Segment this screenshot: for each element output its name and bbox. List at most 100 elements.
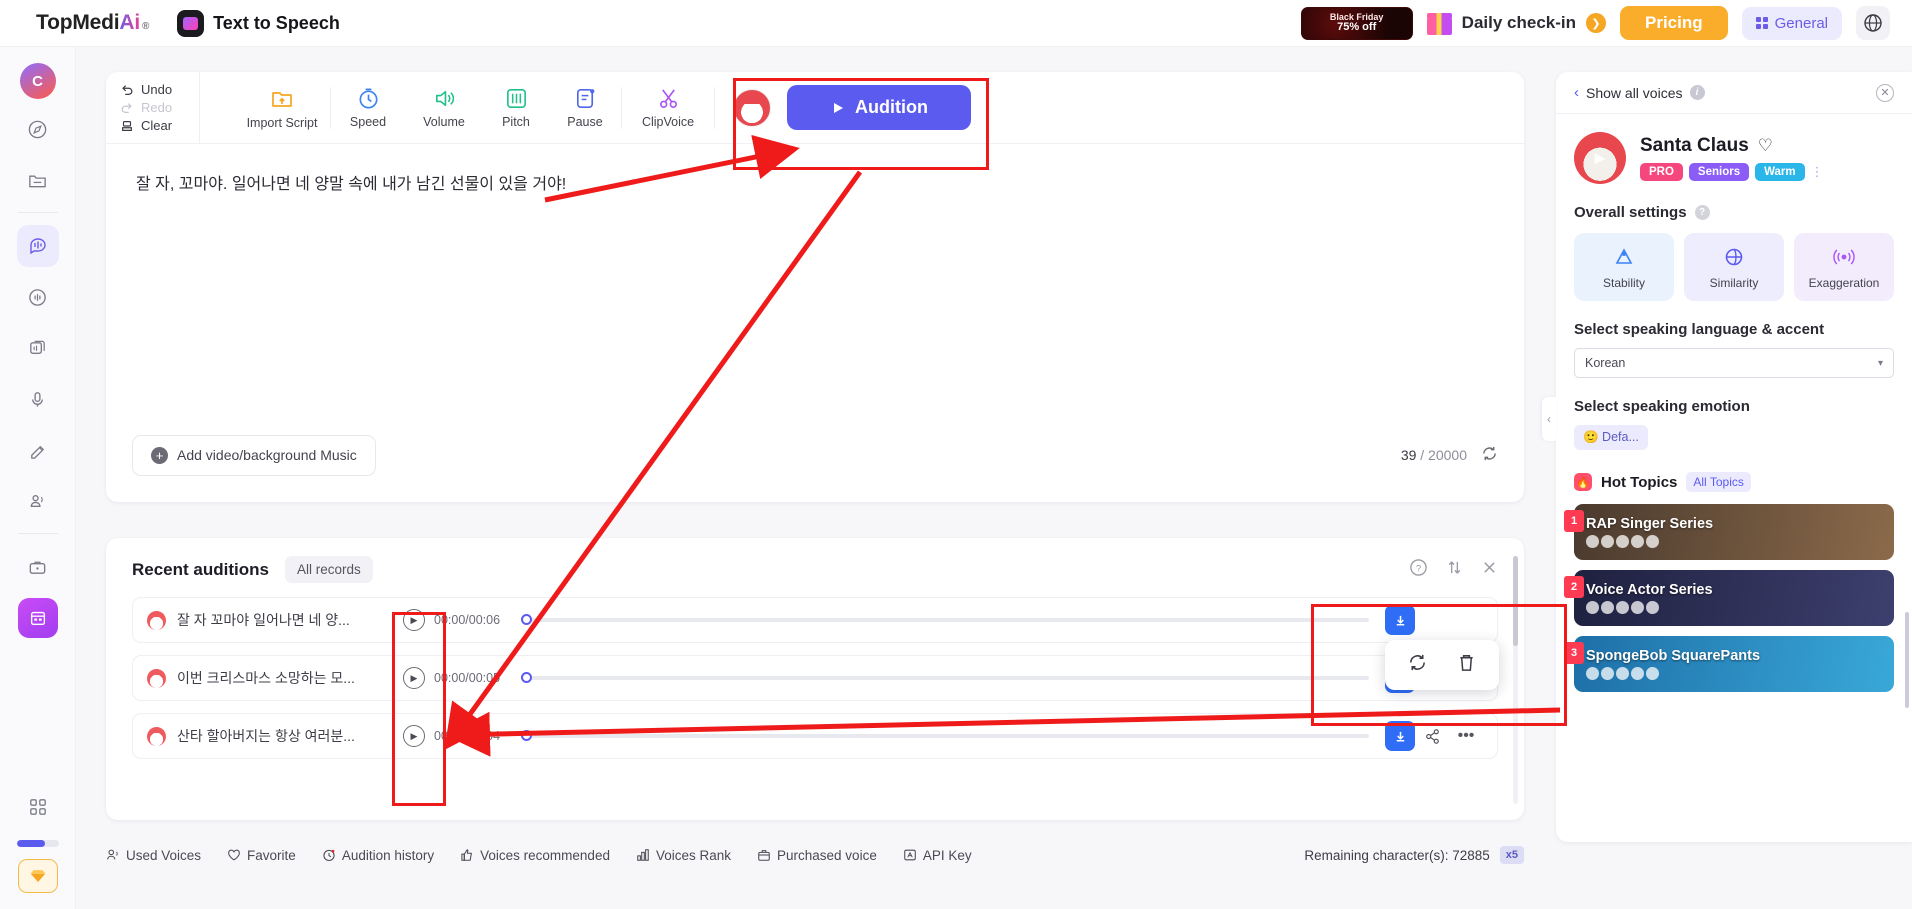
download-button[interactable] (1385, 721, 1415, 751)
delete-icon[interactable] (1456, 652, 1477, 678)
pricing-button[interactable]: Pricing (1620, 6, 1728, 40)
speed-button[interactable]: Speed (331, 86, 405, 129)
sidebar-item-explore[interactable] (17, 108, 59, 150)
status-api-key[interactable]: API Key (903, 848, 972, 863)
audition-progress-track[interactable] (521, 614, 1369, 625)
table-row[interactable]: 이번 크리스마스 소망하는 모... ▶ 00:00/00:05 ••• (132, 655, 1498, 701)
row-play-button[interactable]: ▶ (403, 609, 425, 631)
status-voices-rank[interactable]: Voices Rank (636, 848, 731, 863)
panel-scrollbar[interactable] (1905, 612, 1909, 708)
usage-progress-bar (16, 840, 59, 847)
voice-more-icon[interactable]: ⋮ (1811, 164, 1824, 180)
status-used-voices[interactable]: Used Voices (106, 848, 201, 863)
recent-auditions-panel: Recent auditions All records ? 잘 자 꼬마야 일… (106, 538, 1524, 820)
undo-button[interactable]: Undo (120, 82, 199, 97)
audition-button[interactable]: Audition (787, 85, 971, 130)
list-item[interactable]: RAP Singer Series (1574, 504, 1894, 560)
sidebar-item-apps[interactable] (17, 786, 59, 828)
sidebar-item-voice-clone[interactable] (17, 429, 59, 471)
all-topics-link[interactable]: All Topics (1686, 472, 1751, 492)
setting-card-exaggeration[interactable]: Exaggeration (1794, 233, 1894, 301)
editor-footer: + Add video/background Music 39 / 20000 (106, 408, 1524, 502)
tag-pro: PRO (1640, 163, 1683, 181)
more-button[interactable]: ••• (1449, 727, 1483, 745)
import-script-button[interactable]: Import Script (234, 86, 330, 130)
language-select[interactable]: Korean ▾ (1574, 348, 1894, 378)
sidebar-item-recorder[interactable] (17, 378, 59, 420)
table-row[interactable]: 잘 자 꼬마야 일어나면 네 양... ▶ 00:00/00:06 (132, 597, 1498, 643)
redo-icon (121, 102, 132, 113)
avatar[interactable]: C (19, 63, 56, 99)
language-globe-button[interactable] (1856, 6, 1890, 40)
pause-button[interactable]: Pause (549, 86, 621, 129)
audition-progress-track[interactable] (521, 730, 1369, 741)
question-icon[interactable]: ? (1694, 205, 1710, 220)
refresh-icon[interactable] (1481, 445, 1498, 465)
panel-close-button[interactable]: ✕ (1876, 83, 1894, 102)
clear-button[interactable]: Clear (120, 118, 199, 133)
progress-knob[interactable] (521, 672, 532, 683)
selected-voice-avatar[interactable] (733, 88, 771, 127)
sidebar-item-workspace[interactable] (17, 546, 59, 588)
scissors-icon (659, 89, 677, 108)
download-button[interactable] (1385, 605, 1415, 635)
brand-logo[interactable]: TopMedi Ai ® (36, 11, 149, 35)
table-row[interactable]: 산타 할아버지는 항상 여러분... ▶ 00:00/00:04 ••• (132, 713, 1498, 759)
volume-icon (435, 90, 454, 107)
favorite-heart-icon[interactable]: ♡ (1758, 136, 1773, 156)
topic-rank-badge: 1 (1564, 510, 1584, 532)
setting-card-similarity[interactable]: Similarity (1684, 233, 1784, 301)
emotion-label: Select speaking emotion (1574, 398, 1750, 415)
add-media-button[interactable]: + Add video/background Music (132, 434, 376, 476)
progress-knob[interactable] (521, 730, 532, 741)
overall-settings-title: Overall settings (1574, 204, 1687, 221)
recent-scrollbar[interactable] (1513, 556, 1518, 804)
share-button[interactable] (1415, 728, 1449, 745)
vip-button[interactable] (17, 859, 58, 893)
sidebar-item-voice-changer[interactable] (17, 276, 59, 318)
black-friday-banner[interactable]: Black Friday 75% off (1300, 6, 1413, 40)
multiplier-badge: x5 (1499, 846, 1524, 864)
help-icon[interactable]: ? (1409, 558, 1428, 582)
status-voices-recommended[interactable]: Voices recommended (460, 848, 610, 863)
brand-ai-text: Ai (119, 11, 140, 34)
hot-topics-header: 🔥 Hot Topics All Topics (1556, 450, 1912, 492)
status-favorite[interactable]: Favorite (227, 848, 296, 863)
sidebar-item-text-to-speech[interactable] (16, 225, 59, 267)
show-all-voices-link[interactable]: Show all voices (1586, 85, 1683, 101)
progress-knob[interactable] (521, 614, 532, 625)
sort-icon[interactable] (1446, 559, 1463, 581)
sidebar-item-folder[interactable] (17, 159, 59, 201)
regenerate-icon[interactable] (1407, 652, 1428, 678)
list-item[interactable]: SpongeBob SquarePants (1574, 636, 1894, 692)
back-chevron-icon[interactable]: ‹ (1574, 84, 1579, 101)
volume-button[interactable]: Volume (405, 86, 483, 129)
emotion-chip[interactable]: 🙂 Defa... (1574, 425, 1648, 450)
row-play-button[interactable]: ▶ (403, 725, 425, 747)
clipvoice-label: ClipVoice (641, 115, 695, 129)
script-textarea[interactable]: 잘 자, 꼬마야. 일어나면 네 양말 속에 내가 남긴 선물이 있을 거야! (106, 144, 1524, 198)
sidebar-promo-button[interactable] (17, 598, 58, 638)
globe-icon (1864, 14, 1882, 32)
play-icon (834, 102, 843, 113)
all-records-button[interactable]: All records (284, 556, 373, 583)
topic-rank-badge: 2 (1564, 576, 1584, 598)
voice-avatar[interactable]: ▶ (1574, 132, 1626, 184)
daily-checkin[interactable]: Daily check-in ❯ (1426, 11, 1606, 35)
status-purchased-voice[interactable]: Purchased voice (757, 848, 877, 863)
redo-button[interactable]: Redo (120, 100, 199, 115)
close-icon[interactable] (1481, 559, 1498, 581)
general-button[interactable]: General (1741, 6, 1842, 40)
clipvoice-button[interactable]: ClipVoice (622, 86, 714, 129)
row-play-button[interactable]: ▶ (403, 667, 425, 689)
info-icon[interactable]: i (1689, 85, 1705, 100)
sidebar-item-speaker[interactable] (17, 480, 59, 522)
setting-card-stability[interactable]: Stability (1574, 233, 1674, 301)
audition-progress-track[interactable] (521, 672, 1369, 683)
status-audition-history[interactable]: Audition history (322, 848, 434, 863)
panel-collapse-handle[interactable]: ‹ (1542, 397, 1556, 441)
voice-tags: PRO Seniors Warm ⋮ (1640, 163, 1824, 181)
sidebar-item-batch[interactable] (17, 327, 59, 369)
pitch-button[interactable]: Pitch (483, 86, 549, 129)
list-item[interactable]: Voice Actor Series (1574, 570, 1894, 626)
